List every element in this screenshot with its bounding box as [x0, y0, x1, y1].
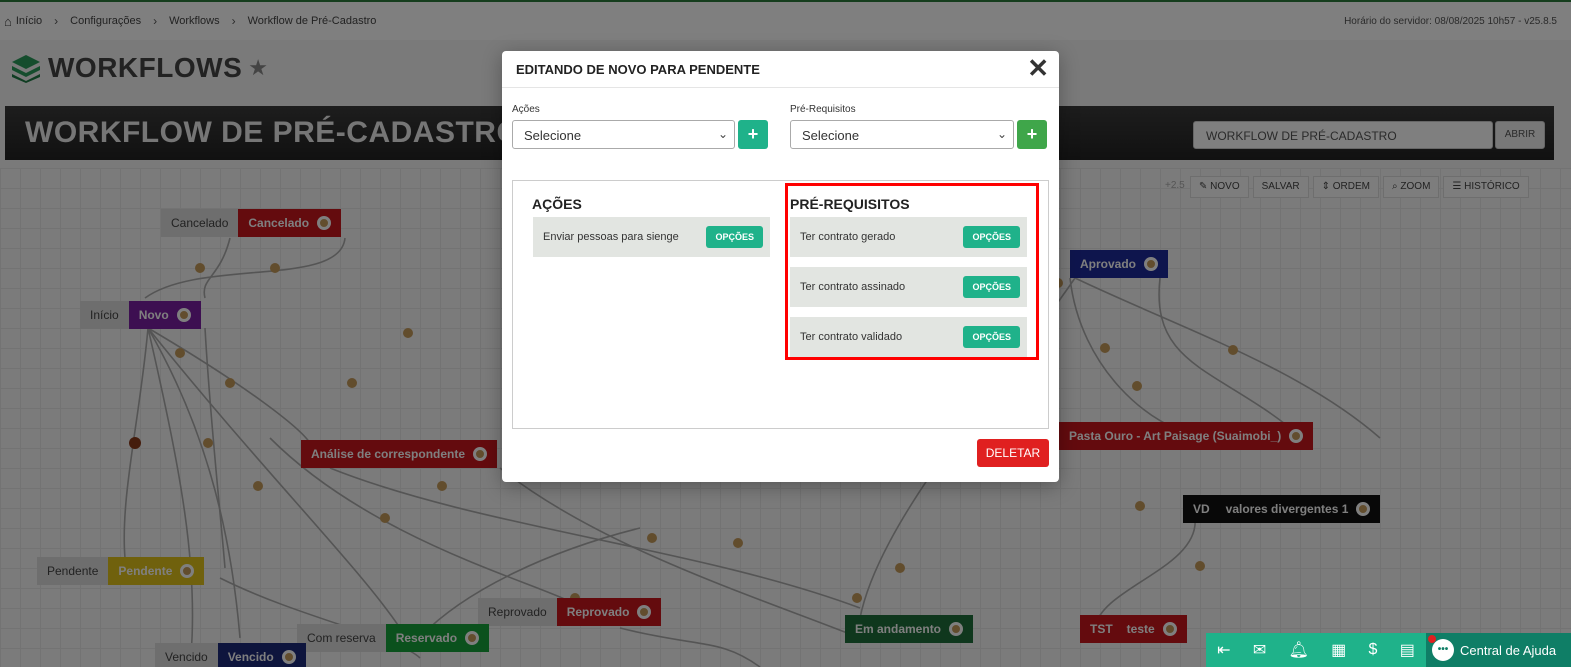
- actions-select[interactable]: Selecione ⌄: [512, 120, 735, 149]
- help-center-button[interactable]: ••• Central de Ajuda: [1426, 633, 1571, 667]
- collapse-left-icon[interactable]: ⇤: [1217, 640, 1230, 660]
- bell-icon[interactable]: 🔔︎: [1289, 640, 1309, 660]
- dollar-icon[interactable]: $: [1369, 641, 1378, 659]
- chat-icon: •••: [1428, 635, 1454, 661]
- quick-actions-bar: ⇤ ✉ 🔔︎ ▦ $ ▤: [1206, 633, 1426, 667]
- modal-title: EDITANDO DE NOVO PARA PENDENTE: [516, 62, 760, 77]
- close-icon[interactable]: ✕: [1027, 55, 1049, 81]
- prereq-select[interactable]: Selecione ⌄: [790, 120, 1014, 149]
- action-item-label: Enviar pessoas para sienge: [543, 231, 679, 243]
- notification-badge: [1428, 635, 1436, 643]
- delete-button[interactable]: DELETAR: [977, 439, 1049, 467]
- calculator-icon[interactable]: ▤: [1400, 640, 1415, 660]
- chevron-down-icon: ⌄: [996, 127, 1007, 141]
- edit-transition-modal: EDITANDO DE NOVO PARA PENDENTE ✕ Ações S…: [502, 51, 1059, 482]
- action-item: Enviar pessoas para sienge OPÇÕES: [533, 217, 770, 257]
- prereq-label: Pré-Requisitos: [790, 104, 856, 115]
- help-center-label: Central de Ajuda: [1460, 642, 1557, 658]
- modal-header: EDITANDO DE NOVO PARA PENDENTE ✕: [502, 51, 1059, 88]
- actions-section-title: AÇÕES: [532, 196, 582, 212]
- actions-label: Ações: [512, 104, 540, 115]
- action-options-button[interactable]: OPÇÕES: [706, 226, 763, 248]
- calendar-icon[interactable]: ▦: [1331, 640, 1346, 660]
- prereqs-highlight-box: [785, 183, 1039, 360]
- chevron-down-icon: ⌄: [717, 127, 728, 141]
- add-prereq-button[interactable]: +: [1017, 120, 1047, 149]
- mail-check-icon[interactable]: ✉: [1253, 640, 1266, 660]
- add-action-button[interactable]: +: [738, 120, 768, 149]
